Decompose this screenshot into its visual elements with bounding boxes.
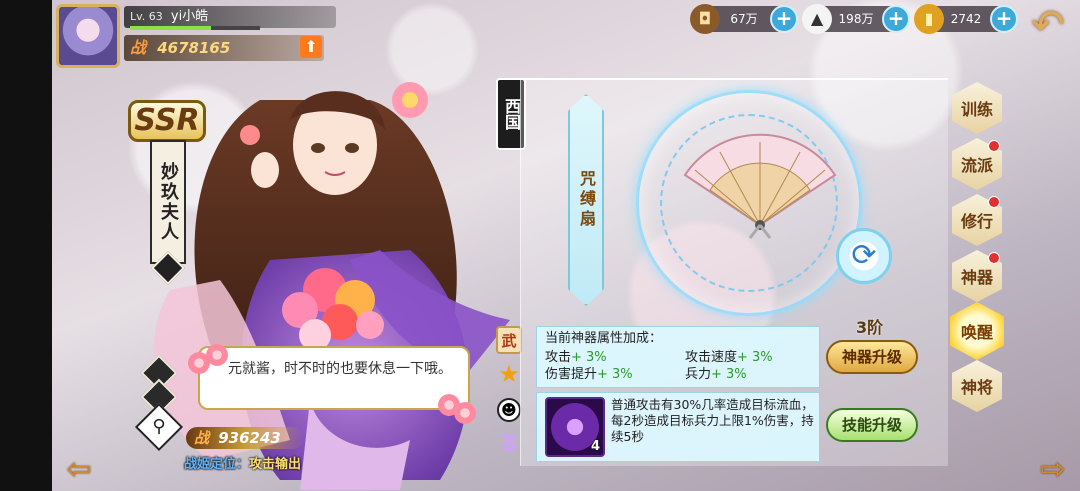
refresh-icon: ⟳ — [851, 238, 877, 273]
player-exp-fill — [130, 26, 211, 30]
skill-icon[interactable]: 4 — [545, 397, 605, 457]
rarity-badge: SSR — [128, 100, 206, 142]
flower-icon — [454, 402, 476, 424]
swirl-icon: ᘔ — [501, 431, 517, 457]
bonus-troops: 兵力+ 3% — [685, 367, 747, 382]
currency-rice: ▲ 198万 + — [802, 4, 910, 34]
currency-gold-value: 2742 — [950, 12, 982, 26]
artifact-fan-image — [683, 133, 837, 239]
add-coin-button[interactable]: + — [770, 5, 798, 33]
artifact-name: 咒缚扇 — [568, 94, 604, 306]
add-rice-button[interactable]: + — [882, 5, 910, 33]
player-level-name: Lv. 63 yi小皓 — [124, 6, 336, 28]
skill-level: 4 — [590, 439, 600, 454]
character-quote-bubble: 元就酱，时不时的也要休息一下哦。 — [198, 346, 470, 410]
character-name: 妙玖夫人 — [150, 140, 186, 264]
tab-label: 唤醒 — [960, 323, 993, 342]
character-power: 战 936243 — [186, 427, 304, 449]
player-avatar[interactable] — [56, 4, 120, 68]
player-name: yi小皓 — [170, 9, 209, 24]
tab-practice-badge — [988, 196, 1000, 208]
tab-school-badge — [988, 140, 1000, 152]
type-emblem: 武 — [496, 326, 522, 354]
artifact-upgrade-button[interactable]: 神器升级 — [826, 340, 918, 374]
role-value: 攻击输出 — [249, 457, 302, 472]
next-character-arrow-icon[interactable]: ⇨ — [1036, 454, 1070, 486]
player-power: 战 4678165 — [124, 35, 324, 61]
currency-coin-value: 67万 — [730, 12, 758, 26]
bonus-attack: 攻击+ 3% — [545, 350, 607, 365]
currency-gold: ▮ 2742 + — [914, 4, 1018, 34]
power-icon: 战 — [130, 38, 147, 57]
tab-label: 训练 — [960, 100, 993, 119]
bonus-title: 当前神器属性加成： — [545, 331, 663, 346]
left-edge-bar — [0, 0, 52, 491]
power-up-arrow-icon[interactable]: ⬆ — [300, 36, 322, 58]
portrait-icon: ☻ — [497, 398, 521, 422]
coin-icon: ◘ — [690, 4, 720, 34]
tab-artifact-badge — [988, 252, 1000, 264]
player-power-value: 4678165 — [157, 39, 231, 57]
prev-character-arrow-icon[interactable]: ⇦ — [62, 454, 96, 486]
tab-label: 修行 — [960, 212, 993, 231]
flower-icon — [206, 344, 228, 366]
character-role: 战姬定位：攻击输出 — [184, 453, 302, 472]
artifact-tier: 3阶 — [856, 318, 884, 337]
search-icon: ⚲ — [152, 416, 166, 437]
rice-ball-icon: ▲ — [802, 4, 832, 34]
tab-label: 神将 — [960, 378, 993, 397]
currency-rice-value: 198万 — [838, 12, 874, 26]
gold-bar-icon: ▮ — [914, 4, 944, 34]
back-arrow-icon[interactable]: ↶ — [1024, 5, 1072, 45]
bonus-damage: 伤害提升+ 3% — [545, 367, 633, 382]
player-level: Lv. 63 — [130, 10, 163, 23]
player-exp-bar — [130, 26, 260, 30]
bonus-attack-speed: 攻击速度+ 3% — [685, 350, 773, 365]
skill-upgrade-button[interactable]: 技能升级 — [826, 408, 918, 442]
tab-label: 神器 — [960, 268, 993, 287]
artifact-bonus-box: 当前神器属性加成： 攻击+ 3% 攻击速度+ 3% 伤害提升+ 3% 兵力+ 3… — [536, 326, 820, 388]
currency-coin: ◘ 67万 + — [690, 4, 798, 34]
artifact-skill-box: 4 普通攻击有30%几率造成目标流血，每2秒造成目标兵力上限1%伤害，持续5秒 — [536, 392, 820, 462]
refresh-button[interactable]: ⟳ — [836, 228, 892, 284]
role-label: 战姬定位： — [184, 457, 250, 472]
player-profile[interactable]: Lv. 63 yi小皓 战 4678165 ⬆ — [56, 4, 336, 68]
add-gold-button[interactable]: + — [990, 5, 1018, 33]
power-icon: 战 — [194, 429, 210, 447]
star-icon: ★ — [498, 360, 520, 388]
tab-label: 流派 — [960, 156, 993, 175]
character-power-value: 936243 — [218, 429, 281, 447]
character-quote: 元就酱，时不时的也要休息一下哦。 — [228, 361, 452, 377]
skill-description: 普通攻击有30%几率造成目标流血，每2秒造成目标兵力上限1%伤害，持续5秒 — [611, 397, 814, 444]
